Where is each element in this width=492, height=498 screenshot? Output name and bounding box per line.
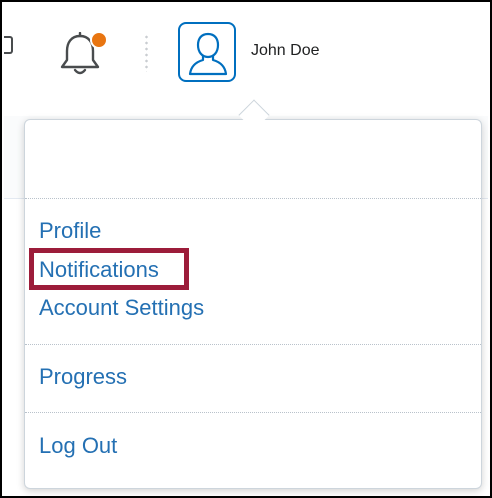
user-menu-dropdown: Profile Notifications Account Settings P… [24,119,482,489]
box-edge-icon [4,36,13,54]
user-name-label[interactable]: John Doe [251,42,320,60]
menu-separator [25,412,481,413]
user-silhouette-icon [188,32,228,76]
menu-item-account-settings[interactable]: Account Settings [39,295,204,321]
screenshot-frame: John Doe Profile Notifications Account S… [0,0,492,498]
menu-item-progress[interactable]: Progress [39,364,127,390]
top-navbar: John Doe [2,2,490,116]
user-avatar-button[interactable] [178,22,236,82]
menu-item-profile[interactable]: Profile [39,218,101,244]
notification-dot [90,31,108,49]
menu-item-notifications[interactable]: Notifications [39,257,159,283]
notifications-button[interactable] [54,28,108,80]
navbar-divider [145,34,148,72]
menu-separator [25,198,481,199]
menu-separator [25,344,481,345]
dropdown-header [25,120,481,198]
menu-item-log-out[interactable]: Log Out [39,433,117,459]
